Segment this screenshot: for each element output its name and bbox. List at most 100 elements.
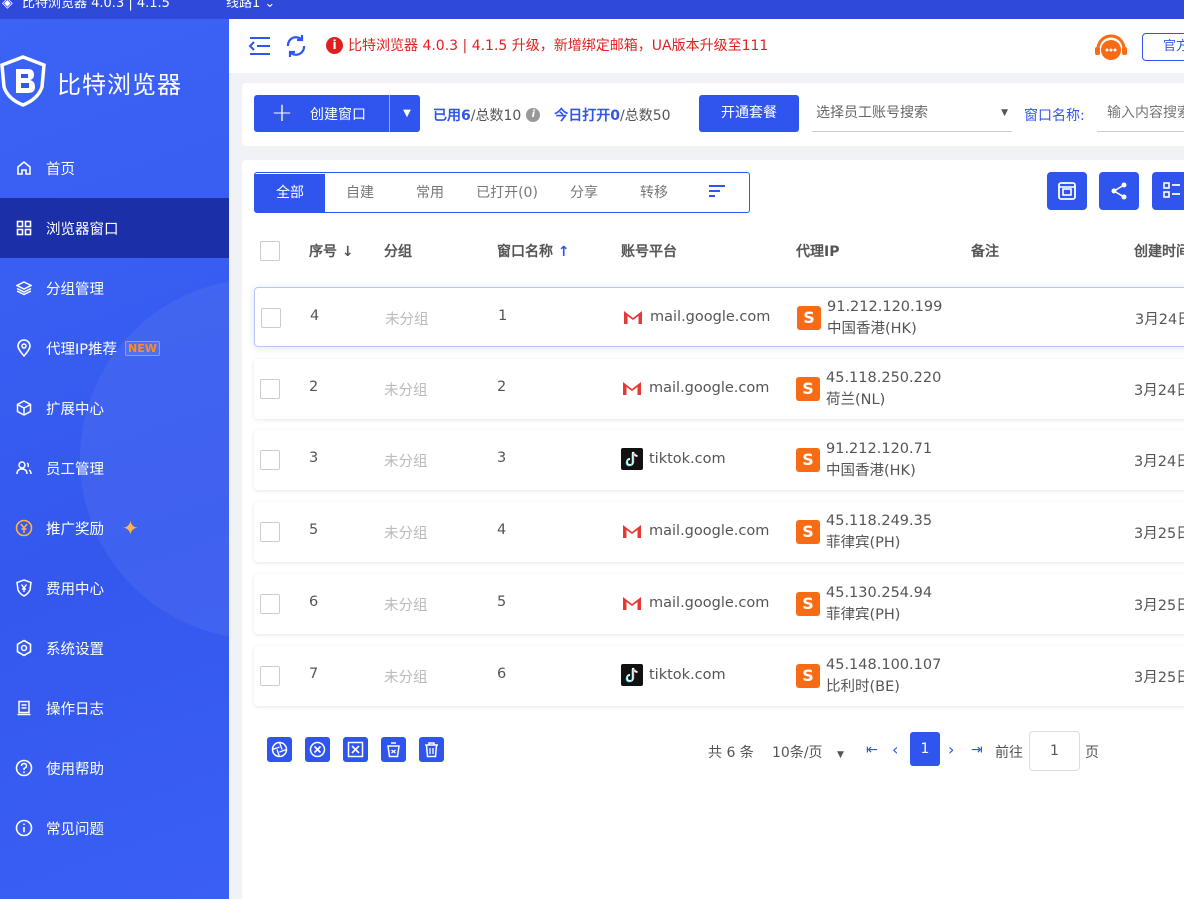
chevron-down-icon[interactable]: ▼ bbox=[394, 95, 420, 132]
sidebar-item-label: 系统设置 bbox=[46, 641, 104, 658]
row-platform: mail.google.com bbox=[622, 306, 770, 328]
staff-search-select[interactable]: 选择员工账号搜索 ▼ bbox=[812, 95, 1012, 132]
tab-all[interactable]: 全部 bbox=[255, 173, 325, 212]
sidebar-item-help[interactable]: 使用帮助 bbox=[0, 738, 229, 798]
share-button[interactable] bbox=[1099, 172, 1139, 210]
gmail-icon bbox=[622, 306, 644, 328]
official-button[interactable]: 官方 bbox=[1142, 33, 1184, 61]
column-created: 创建时间 bbox=[1134, 244, 1184, 260]
row-checkbox[interactable] bbox=[260, 450, 280, 470]
row-group: 未分组 bbox=[384, 670, 428, 686]
window-title: 比特浏览器 4.0.3 | 4.1.5 bbox=[22, 0, 170, 11]
create-window-button[interactable]: + 创建窗口 ▼ bbox=[254, 95, 420, 132]
batch-close-button[interactable] bbox=[305, 737, 330, 762]
list-view-button[interactable] bbox=[1152, 172, 1184, 210]
batch-clear-button[interactable] bbox=[343, 737, 368, 762]
new-badge: NEW bbox=[125, 340, 160, 356]
line-label: 线路1 bbox=[226, 0, 261, 11]
sort-icon[interactable] bbox=[689, 183, 745, 202]
table-row[interactable]: 4 未分组 1 mail.google.com S 91.212.120.199… bbox=[254, 287, 1184, 347]
sidebar-item-home[interactable]: 首页 bbox=[0, 138, 229, 198]
row-platform: mail.google.com bbox=[621, 520, 769, 542]
row-platform: mail.google.com bbox=[621, 377, 769, 399]
sidebar-item-browser-windows[interactable]: 浏览器窗口 bbox=[0, 198, 229, 258]
platform-label: tiktok.com bbox=[649, 667, 726, 683]
last-page-icon[interactable]: ⇥ bbox=[971, 742, 983, 758]
sidebar-item-logs[interactable]: 操作日志 bbox=[0, 678, 229, 738]
row-checkbox[interactable] bbox=[260, 379, 280, 399]
row-checkbox[interactable] bbox=[260, 666, 280, 686]
window-layout-button[interactable] bbox=[1047, 172, 1087, 210]
customer-service-icon[interactable] bbox=[1093, 31, 1129, 63]
alert-icon: i bbox=[326, 36, 343, 54]
row-created: 3月25日 bbox=[1134, 670, 1184, 686]
proxy-s-icon: S bbox=[796, 592, 820, 616]
brand-name: 比特浏览器 bbox=[57, 71, 182, 99]
table-row[interactable]: 6 未分组 5 mail.google.com S 45.130.254.94 菲… bbox=[254, 574, 1184, 634]
sidebar-item-extensions[interactable]: 扩展中心 bbox=[0, 378, 229, 438]
row-checkbox[interactable] bbox=[260, 594, 280, 614]
grid-icon bbox=[14, 218, 34, 238]
tab-frequent[interactable]: 常用 bbox=[395, 174, 465, 212]
update-notice[interactable]: i 比特浏览器 4.0.3 | 4.1.5 升级，新增绑定邮箱，UA版本升级至1… bbox=[326, 35, 768, 55]
row-platform: tiktok.com bbox=[621, 664, 726, 686]
today-open-count: 今日打开0 bbox=[554, 108, 621, 124]
brand-logo: 比特浏览器 bbox=[0, 53, 229, 109]
tiktok-icon bbox=[621, 664, 643, 686]
chevron-down-icon: ▼ bbox=[1001, 108, 1008, 118]
row-checkbox[interactable] bbox=[261, 308, 281, 328]
sidebar-item-billing[interactable]: 费用中心 bbox=[0, 558, 229, 618]
gmail-icon bbox=[621, 592, 643, 614]
prev-page-icon[interactable]: ‹ bbox=[892, 740, 898, 759]
proxy-region: 菲律宾(PH) bbox=[826, 535, 901, 551]
update-notice-text: 比特浏览器 4.0.3 | 4.1.5 升级，新增绑定邮箱，UA版本升级至111 bbox=[348, 38, 769, 54]
sidebar-item-label: 费用中心 bbox=[46, 581, 104, 598]
table-row[interactable]: 3 未分组 3 tiktok.com S 91.212.120.71 中国香港(H… bbox=[254, 430, 1184, 490]
tab-shared[interactable]: 分享 bbox=[549, 174, 619, 212]
sidebar-item-proxy-recommend[interactable]: 代理IP推荐 NEW bbox=[0, 318, 229, 378]
row-checkbox[interactable] bbox=[260, 522, 280, 542]
top-header: i 比特浏览器 4.0.3 | 4.1.5 升级，新增绑定邮箱，UA版本升级至1… bbox=[229, 19, 1184, 73]
row-group: 未分组 bbox=[384, 383, 428, 399]
pagination-current-page[interactable]: 1 bbox=[910, 732, 940, 766]
tab-transferred[interactable]: 转移 bbox=[619, 174, 689, 212]
column-seq[interactable]: 序号 ↓ bbox=[309, 241, 354, 261]
batch-delete-button[interactable] bbox=[419, 737, 444, 762]
table-row[interactable]: 7 未分组 6 tiktok.com S 45.148.100.107 比利时(B… bbox=[254, 646, 1184, 706]
next-page-icon[interactable]: › bbox=[948, 740, 954, 759]
column-platform: 账号平台 bbox=[621, 244, 677, 260]
column-window-name[interactable]: 窗口名称 ↑ bbox=[497, 241, 570, 261]
info-icon[interactable]: i bbox=[526, 108, 541, 122]
goto-page-input[interactable]: 1 bbox=[1029, 731, 1080, 771]
open-plan-button[interactable]: 开通套餐 bbox=[699, 95, 799, 132]
refresh-icon[interactable] bbox=[283, 33, 309, 59]
sidebar-item-referral[interactable]: 推广奖励 ✦ bbox=[0, 498, 229, 558]
table-row[interactable]: 2 未分组 2 mail.google.com S 45.118.250.220… bbox=[254, 359, 1184, 419]
batch-clean-button[interactable] bbox=[381, 737, 406, 762]
tab-opened[interactable]: 已打开(0) bbox=[465, 174, 549, 212]
app-icon: ◈ bbox=[2, 0, 13, 11]
sidebar-item-settings[interactable]: 系统设置 bbox=[0, 618, 229, 678]
line-selector[interactable]: 线路1 ⌄ bbox=[226, 0, 275, 13]
info-icon bbox=[14, 818, 34, 838]
arrow-up-icon: ↑ bbox=[557, 244, 570, 260]
page-unit-label: 页 bbox=[1085, 745, 1099, 761]
select-all-checkbox[interactable] bbox=[260, 241, 280, 261]
table-row[interactable]: 5 未分组 4 mail.google.com S 45.118.249.35 菲… bbox=[254, 502, 1184, 562]
create-window-label: 创建窗口 bbox=[310, 106, 366, 123]
column-seq-label: 序号 bbox=[309, 244, 337, 260]
row-platform: mail.google.com bbox=[621, 592, 769, 614]
column-remark: 备注 bbox=[971, 244, 999, 260]
batch-open-button[interactable] bbox=[267, 737, 292, 762]
sidebar-item-faq[interactable]: 常见问题 bbox=[0, 798, 229, 858]
window-name-search-input[interactable]: 输入内容搜索 bbox=[1097, 95, 1184, 132]
home-icon bbox=[14, 158, 34, 178]
column-window-name-label: 窗口名称 bbox=[497, 244, 553, 260]
sidebar-item-groups[interactable]: 分组管理 bbox=[0, 258, 229, 318]
page-size-select[interactable]: 10条/页 ▼ bbox=[772, 742, 844, 762]
sidebar-item-staff[interactable]: 员工管理 bbox=[0, 438, 229, 498]
collapse-sidebar-icon[interactable] bbox=[247, 33, 273, 59]
table-header: 序号 ↓ 分组 窗口名称 ↑ 账号平台 代理IP 备注 创建时间 bbox=[254, 230, 1184, 272]
tab-self-created[interactable]: 自建 bbox=[325, 174, 395, 212]
first-page-icon[interactable]: ⇤ bbox=[866, 742, 878, 758]
